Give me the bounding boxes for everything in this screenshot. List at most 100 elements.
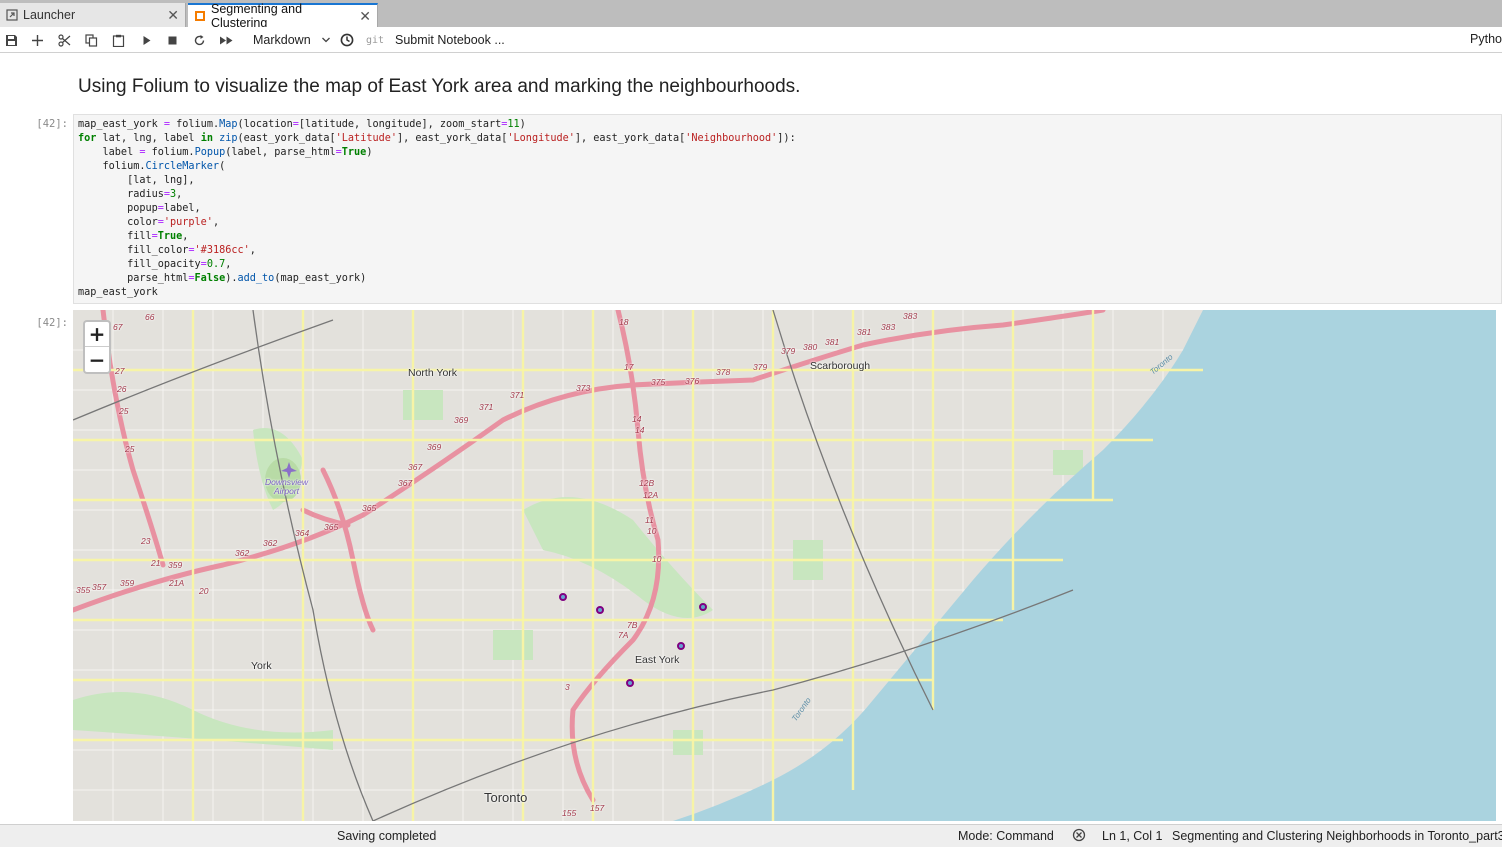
notebook-icon xyxy=(194,10,206,22)
place-label: North York xyxy=(408,367,458,379)
place-label: Scarborough xyxy=(810,360,871,372)
place-label: York xyxy=(251,660,272,672)
cut-icon[interactable] xyxy=(57,31,71,49)
route-label: 67 xyxy=(113,322,123,332)
status-bar: Saving completed Mode: Command Ln 1, Col… xyxy=(0,824,1502,847)
neighbourhood-marker xyxy=(596,606,604,614)
route-label: 26 xyxy=(117,384,127,394)
route-label: 27 xyxy=(115,366,125,376)
route-label: 12A xyxy=(643,490,659,500)
route-label: 359 xyxy=(120,578,135,588)
cell-type-select[interactable]: Markdown xyxy=(248,31,330,49)
zoom-out-button[interactable]: − xyxy=(85,347,109,372)
tab-launcher[interactable]: Launcher ✕ xyxy=(0,3,186,27)
folium-map[interactable]: North York Scarborough East York York To… xyxy=(73,310,1496,821)
restart-icon[interactable] xyxy=(192,31,206,49)
route-label: 369 xyxy=(454,415,469,425)
place-label: Toronto xyxy=(484,790,528,805)
close-icon[interactable]: ✕ xyxy=(159,7,179,24)
kernel-name[interactable]: Pytho xyxy=(1470,32,1502,46)
route-label: 367 xyxy=(408,462,423,472)
neighbourhood-marker xyxy=(677,642,685,650)
route-label: 373 xyxy=(576,383,591,393)
route-label: 362 xyxy=(235,548,250,558)
chevron-down-icon xyxy=(321,33,331,48)
route-label: 14 xyxy=(632,414,642,424)
route-label: 359 xyxy=(168,560,183,570)
tab-segmenting[interactable]: Segmenting and Clustering ✕ xyxy=(188,2,378,30)
close-icon[interactable]: ✕ xyxy=(351,8,371,25)
neighbourhood-marker xyxy=(626,679,634,687)
route-label: 364 xyxy=(295,528,310,538)
tab-label: Segmenting and Clustering xyxy=(211,2,303,30)
route-label: 365 xyxy=(324,522,339,532)
route-label: 365 xyxy=(362,503,377,513)
route-label: 3 xyxy=(565,682,570,692)
kernel-status-icon[interactable] xyxy=(1072,828,1086,845)
route-label: 367 xyxy=(398,478,413,488)
route-label: 157 xyxy=(590,803,605,813)
route-label: 357 xyxy=(92,582,107,592)
tab-label: Launcher xyxy=(23,8,76,22)
mode-indicator[interactable]: Mode: Command xyxy=(958,829,1054,843)
run-all-icon[interactable] xyxy=(218,31,234,49)
git-label: git xyxy=(365,34,385,46)
zoom-control: + − xyxy=(83,320,111,374)
submit-notebook-label: Submit Notebook ... xyxy=(395,33,505,47)
code-prompt: [42]: xyxy=(36,118,68,130)
tab-bar: Launcher ✕ Segmenting and Clustering ✕ xyxy=(0,0,1502,30)
notebook-toolbar: Markdown git Submit Notebook ... Pytho xyxy=(0,27,1502,53)
route-label: 25 xyxy=(125,444,135,454)
route-label: 66 xyxy=(145,312,155,322)
clock-icon[interactable] xyxy=(339,31,355,49)
submit-notebook-button[interactable]: Submit Notebook ... xyxy=(395,31,505,49)
route-label: 20 xyxy=(199,586,209,596)
airport-label: Downsview Airport xyxy=(265,477,308,496)
save-status: Saving completed xyxy=(337,829,437,843)
route-label: 23 xyxy=(141,536,151,546)
zoom-in-button[interactable]: + xyxy=(85,322,109,347)
route-label: 14 xyxy=(635,425,645,435)
route-label: 7A xyxy=(618,630,629,640)
route-label: 12B xyxy=(639,478,655,488)
route-label: 383 xyxy=(903,311,918,321)
route-label: 379 xyxy=(753,362,768,372)
git-icon[interactable]: git xyxy=(366,31,384,49)
notebook-panel: Using Folium to visualize the map of Eas… xyxy=(0,53,1502,821)
route-label: 380 xyxy=(803,342,818,352)
route-label: 378 xyxy=(716,367,731,377)
route-label: 25 xyxy=(119,406,129,416)
route-label: 381 xyxy=(825,337,840,347)
map-canvas[interactable] xyxy=(73,310,1496,821)
stop-icon[interactable] xyxy=(165,31,179,49)
route-label: 21 xyxy=(151,558,161,568)
copy-icon[interactable] xyxy=(84,31,98,49)
route-label: 155 xyxy=(562,808,577,818)
launcher-icon xyxy=(6,9,18,21)
route-label: 11 xyxy=(645,515,654,525)
route-label: 381 xyxy=(857,327,872,337)
code-cell[interactable]: map_east_york = folium.Map(location=[lat… xyxy=(73,114,1502,304)
route-label: 369 xyxy=(427,442,442,452)
route-label: 362 xyxy=(263,538,278,548)
route-label: 10 xyxy=(652,554,662,564)
route-label: 7B xyxy=(627,620,638,630)
route-label: 383 xyxy=(881,322,896,332)
route-label: 17 xyxy=(624,362,634,372)
neighbourhood-marker xyxy=(559,593,567,601)
save-icon[interactable] xyxy=(4,31,18,49)
cursor-position[interactable]: Ln 1, Col 1 xyxy=(1102,829,1162,843)
cell-type-label: Markdown xyxy=(253,33,311,47)
add-cell-icon[interactable] xyxy=(30,31,44,49)
paste-icon[interactable] xyxy=(111,31,125,49)
route-label: 10 xyxy=(647,526,657,536)
route-label: 379 xyxy=(781,346,796,356)
run-icon[interactable] xyxy=(139,31,153,49)
code-editor[interactable]: map_east_york = folium.Map(location=[lat… xyxy=(78,118,796,300)
route-label: 371 xyxy=(479,402,494,412)
route-label: 376 xyxy=(685,376,700,386)
output-prompt: [42]: xyxy=(36,317,68,329)
route-label: 375 xyxy=(651,377,666,387)
route-label: 21A xyxy=(169,578,185,588)
route-label: 18 xyxy=(619,317,629,327)
